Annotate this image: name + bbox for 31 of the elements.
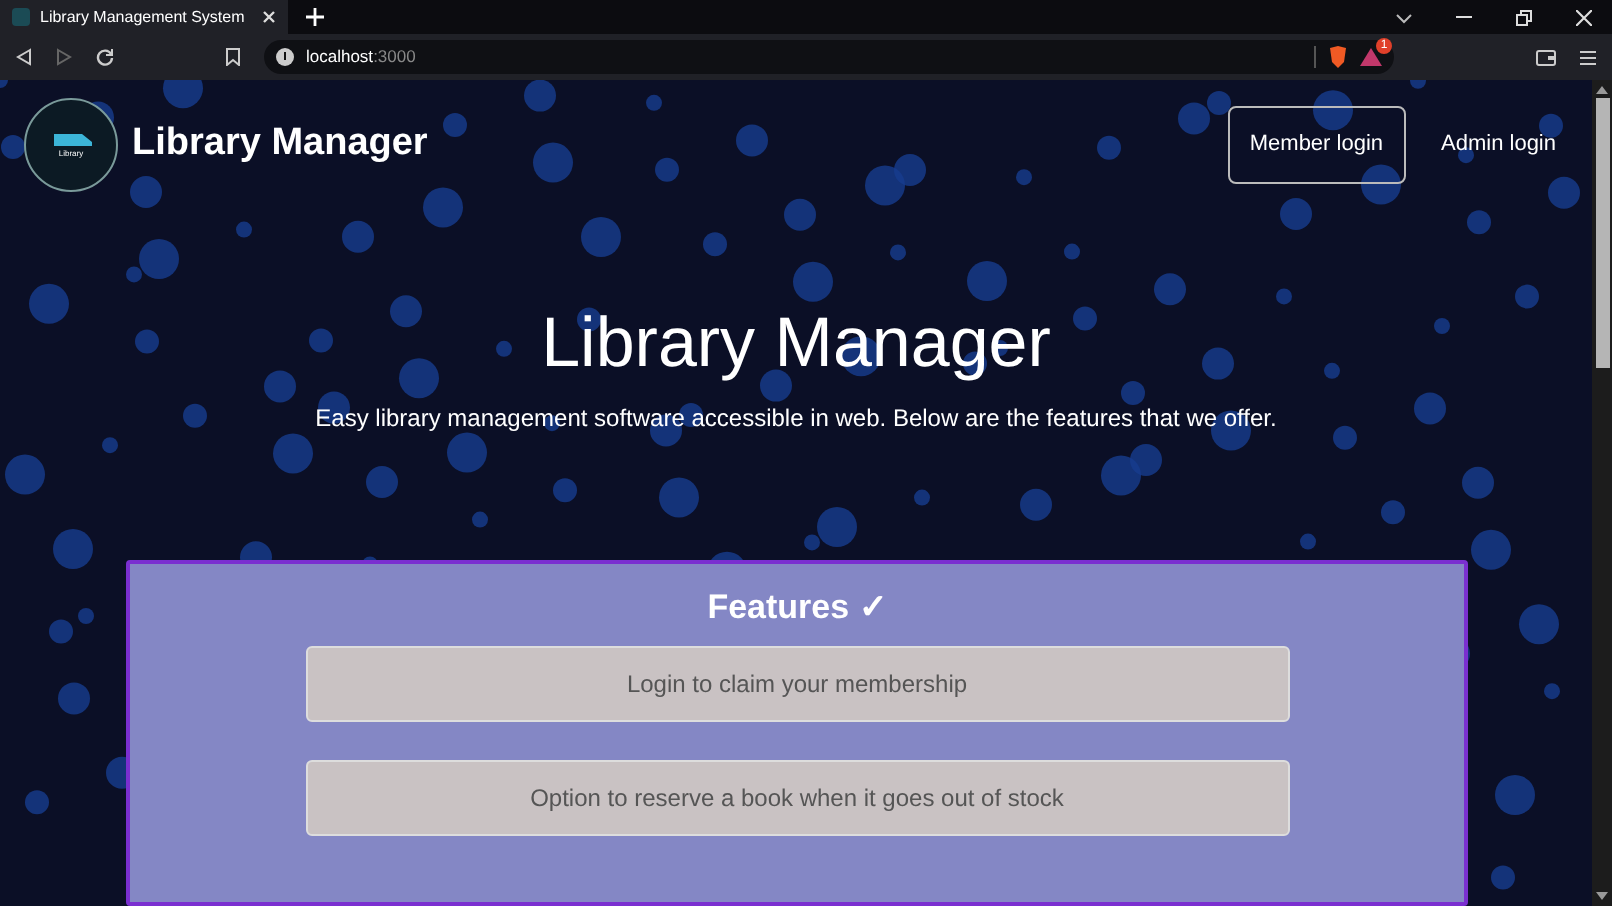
wallet-icon[interactable] [1536, 49, 1556, 65]
restore-icon[interactable] [1516, 10, 1532, 26]
url-text: localhost:3000 [306, 44, 416, 70]
brand-name[interactable]: Library Manager [132, 116, 428, 174]
shield-icon[interactable] [1328, 46, 1348, 68]
back-icon[interactable] [16, 48, 32, 66]
new-tab-icon[interactable] [306, 8, 324, 26]
reload-icon[interactable] [96, 48, 114, 66]
favicon-icon [12, 8, 30, 26]
tab-title: Library Management System [40, 5, 247, 29]
book-icon [49, 131, 93, 147]
close-icon[interactable] [262, 10, 276, 24]
triangle-icon[interactable] [1360, 48, 1382, 66]
info-icon [276, 48, 294, 66]
hero-title: Library Manager [541, 304, 1051, 384]
feature-item: Login to claim your membership [305, 645, 1289, 721]
hero-subtitle: Easy library management software accessible in web. Below are the features that we offer. [315, 402, 1277, 436]
menu-icon[interactable] [1580, 49, 1596, 65]
bookmark-icon[interactable] [226, 48, 240, 66]
scroll-thumb[interactable] [1595, 98, 1609, 368]
scroll-down-icon[interactable] [1596, 892, 1608, 900]
member-login-button[interactable]: Member login [1227, 106, 1406, 184]
browser-tab[interactable]: Library Management System [0, 0, 288, 34]
features-heading: Features ✓ [707, 586, 887, 630]
scrollbar[interactable] [1592, 80, 1612, 906]
scroll-up-icon[interactable] [1596, 86, 1608, 94]
chevron-down-icon[interactable] [1396, 14, 1412, 24]
close-window-icon[interactable] [1576, 10, 1592, 26]
feature-item: Option to reserve a book when it goes out of stock [305, 759, 1289, 835]
forward-icon[interactable] [56, 48, 72, 66]
admin-login-link[interactable]: Admin login [1441, 128, 1556, 162]
